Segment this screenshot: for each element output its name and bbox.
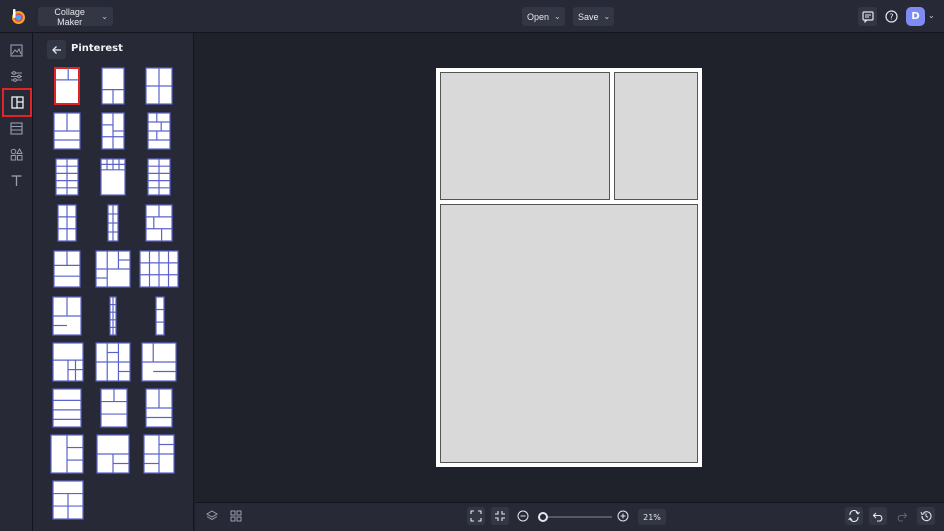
layout-thumbnail[interactable] [95, 342, 131, 382]
refresh-icon [848, 510, 860, 522]
rail-item-adjust[interactable] [4, 64, 29, 88]
history-button[interactable] [917, 507, 935, 525]
layers-button[interactable] [203, 507, 221, 525]
collage-cell[interactable] [440, 72, 610, 200]
grid-view-button[interactable] [227, 507, 245, 525]
rail-item-image-manager[interactable] [4, 38, 29, 62]
undo-icon [872, 512, 883, 522]
zoom-percentage[interactable]: 21% [638, 509, 666, 525]
layers-icon [206, 510, 218, 521]
layout-thumbnail[interactable] [155, 296, 165, 336]
app-switcher-label: Collage Maker [54, 6, 85, 27]
panel-title: Pinterest [71, 43, 123, 54]
app-switcher-button[interactable]: Collage Maker ⌄ [38, 6, 113, 27]
zoom-in-icon [617, 510, 629, 522]
grid-icon [230, 510, 242, 522]
layout-thumbnail[interactable] [139, 250, 179, 288]
chevron-down-icon: ⌄ [603, 12, 611, 21]
rail-item-backgrounds[interactable] [4, 116, 29, 140]
redo-button[interactable] [893, 507, 911, 525]
layout-thumbnail[interactable] [100, 388, 128, 428]
layout-thumbnail[interactable] [109, 296, 117, 336]
zoom-slider[interactable] [542, 516, 612, 518]
compress-icon [495, 511, 505, 521]
history-icon [920, 511, 932, 522]
top-bar: Collage Maker ⌄ Open ⌄ Save ⌄ ? D ⌄ [0, 0, 944, 33]
layout-thumbnail[interactable] [145, 67, 173, 105]
back-button[interactable] [47, 40, 66, 59]
layout-thumbnail[interactable] [54, 67, 80, 105]
user-avatar[interactable]: D [906, 7, 925, 26]
shapes-icon [10, 147, 23, 160]
actual-size-button[interactable] [491, 507, 509, 525]
fit-to-screen-button[interactable] [467, 507, 485, 525]
zoom-in-button[interactable] [614, 507, 632, 525]
zoom-out-button[interactable] [514, 507, 532, 525]
layout-thumbnail[interactable] [145, 204, 173, 242]
layout-icon [10, 96, 24, 109]
help-button[interactable]: ? [882, 7, 901, 26]
layout-thumbnail[interactable] [52, 388, 82, 428]
layout-thumbnail[interactable] [53, 250, 81, 288]
layout-thumbnail[interactable] [55, 158, 79, 196]
layout-thumbnail[interactable] [100, 158, 126, 196]
sync-button[interactable] [845, 507, 863, 525]
layout-thumbnail[interactable] [107, 204, 119, 242]
undo-button[interactable] [869, 507, 887, 525]
chevron-down-icon: ⌄ [554, 12, 561, 21]
text-icon [11, 174, 22, 186]
avatar-initial: D [911, 11, 920, 22]
svg-text:?: ? [889, 13, 893, 22]
layout-thumbnail[interactable] [50, 434, 84, 474]
layout-thumbnail[interactable] [143, 434, 175, 474]
expand-icon [470, 510, 482, 522]
rail-item-graphics[interactable] [4, 142, 29, 166]
rail-item-text[interactable] [4, 168, 29, 192]
open-button[interactable]: Open ⌄ [522, 7, 565, 26]
layout-thumbnail[interactable] [53, 112, 81, 150]
open-label: Open [527, 11, 550, 22]
adjust-icon [11, 70, 22, 82]
layout-thumbnail[interactable] [52, 296, 82, 336]
layout-thumbnail[interactable] [147, 158, 171, 196]
layout-thumbnail[interactable] [101, 67, 125, 105]
layout-thumbnail[interactable] [96, 434, 130, 474]
save-button[interactable]: Save ⌄ [573, 7, 614, 26]
layouts-panel: Pinterest [33, 33, 194, 531]
layout-thumbnail[interactable] [57, 204, 77, 242]
zoom-out-icon [517, 510, 529, 522]
layout-thumbnail[interactable] [52, 342, 84, 382]
layout-thumbnail[interactable] [141, 342, 177, 382]
arrow-left-icon [51, 45, 61, 54]
collage-cell[interactable] [614, 72, 698, 200]
layout-thumbnail[interactable] [147, 112, 171, 150]
chevron-down-icon[interactable]: ⌄ [928, 11, 935, 20]
layout-thumbnail[interactable] [52, 480, 84, 520]
befunky-logo-icon[interactable] [9, 7, 28, 26]
save-label: Save [578, 11, 599, 22]
chat-icon [861, 10, 874, 23]
texture-icon [10, 121, 23, 135]
layout-thumbnail[interactable] [95, 250, 131, 288]
rail-item-layouts[interactable] [2, 88, 32, 117]
collage-page[interactable] [436, 68, 702, 467]
collage-cell[interactable] [440, 204, 698, 463]
layout-thumbnail[interactable] [101, 112, 125, 150]
redo-icon [897, 512, 908, 522]
tool-rail [0, 33, 33, 531]
layout-thumbnail[interactable] [145, 388, 173, 428]
comments-button[interactable] [858, 7, 877, 26]
image-icon [10, 43, 23, 57]
help-icon: ? [885, 10, 898, 23]
chevron-down-icon: ⌄ [101, 12, 108, 21]
